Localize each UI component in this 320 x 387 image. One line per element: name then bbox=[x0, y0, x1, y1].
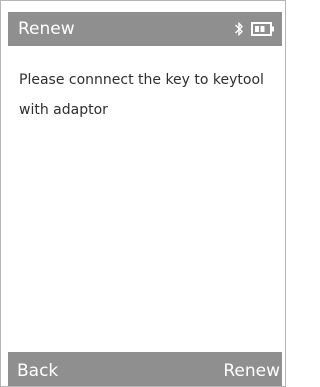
title-bar: Renew bbox=[8, 12, 282, 46]
message-line-1: Please connnect the key to keytool bbox=[19, 72, 264, 88]
screen-title: Renew bbox=[18, 19, 75, 39]
battery-icon bbox=[251, 22, 274, 36]
bluetooth-icon bbox=[235, 21, 243, 37]
instruction-message: Please connnect the key to keytool with … bbox=[19, 65, 281, 125]
device-screen: Renew Please connnect the key to keytool… bbox=[0, 0, 286, 387]
back-softkey[interactable]: Back bbox=[17, 360, 58, 382]
renew-softkey[interactable]: Renew bbox=[223, 360, 280, 382]
softkey-bar: Back Renew bbox=[8, 352, 282, 386]
message-line-2: with adaptor bbox=[19, 102, 108, 118]
